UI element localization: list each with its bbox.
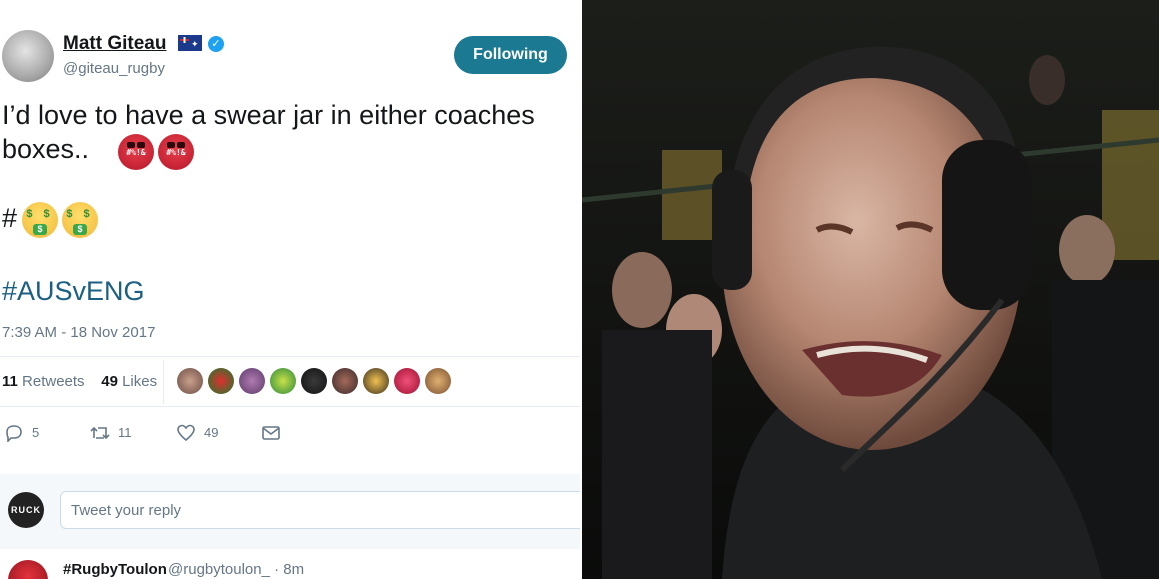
liker-avatar[interactable] (332, 368, 358, 394)
liker-avatar[interactable] (239, 368, 265, 394)
display-name[interactable]: Matt Giteau (63, 33, 166, 55)
australia-flag-icon (178, 35, 202, 51)
user-avatar[interactable] (2, 30, 54, 82)
liker-avatar[interactable] (208, 368, 234, 394)
next-tweet-handle[interactable]: @rugbytoulon_ · 8m (168, 561, 304, 578)
reply-icon (6, 425, 22, 442)
tweet-text-line1: I’d love to have a swear jar in either c… (2, 100, 535, 130)
tweet-hash-prefix: # (2, 203, 18, 233)
divider (0, 356, 580, 357)
following-button[interactable]: Following (454, 36, 567, 74)
envelope-icon (262, 426, 280, 440)
liker-avatar[interactable] (394, 368, 420, 394)
like-count: 49 (204, 425, 219, 440)
tweet-panel: Matt Giteau ✓ @giteau_rugby Following I’… (0, 0, 580, 579)
retweets-count[interactable]: 11 (2, 373, 18, 390)
money-mouth-emoji-icon: $ $ $ (22, 202, 58, 238)
liker-avatar[interactable] (425, 368, 451, 394)
swearing-face-emoji-icon: #%!& (118, 134, 154, 170)
retweet-icon (90, 426, 110, 440)
reply-input[interactable] (60, 491, 580, 529)
tweet-timestamp[interactable]: 7:39 AM - 18 Nov 2017 (2, 324, 155, 341)
coach-photo-image (582, 0, 1159, 579)
swearing-face-emoji-icon: #%!& (158, 134, 194, 170)
likes-label[interactable]: Likes (122, 373, 157, 390)
liker-avatar[interactable] (363, 368, 389, 394)
next-tweet-avatar[interactable] (8, 560, 48, 579)
reply-count: 5 (32, 425, 40, 440)
stats-divider (163, 360, 164, 404)
retweets-label[interactable]: Retweets (22, 373, 85, 390)
reply-avatar[interactable]: RUCK (8, 492, 44, 528)
verified-badge-icon: ✓ (208, 36, 224, 52)
next-tweet-name[interactable]: #RugbyToulon (63, 561, 167, 578)
tweet-text-line2: boxes.. (2, 134, 90, 164)
user-handle[interactable]: @giteau_rugby (63, 60, 165, 77)
heart-icon (177, 424, 195, 442)
retweet-count: 11 (118, 425, 132, 440)
likes-count[interactable]: 49 (101, 373, 118, 390)
coach-photo (582, 0, 1159, 579)
engagement-stats: 11 Retweets 49 Likes (2, 373, 157, 390)
money-mouth-emoji-icon: $ $ $ (62, 202, 98, 238)
liker-avatar[interactable] (270, 368, 296, 394)
divider (0, 406, 580, 407)
liker-avatar[interactable] (177, 368, 203, 394)
liker-avatar[interactable] (301, 368, 327, 394)
hashtag-link[interactable]: #AUSvENG (2, 276, 145, 307)
